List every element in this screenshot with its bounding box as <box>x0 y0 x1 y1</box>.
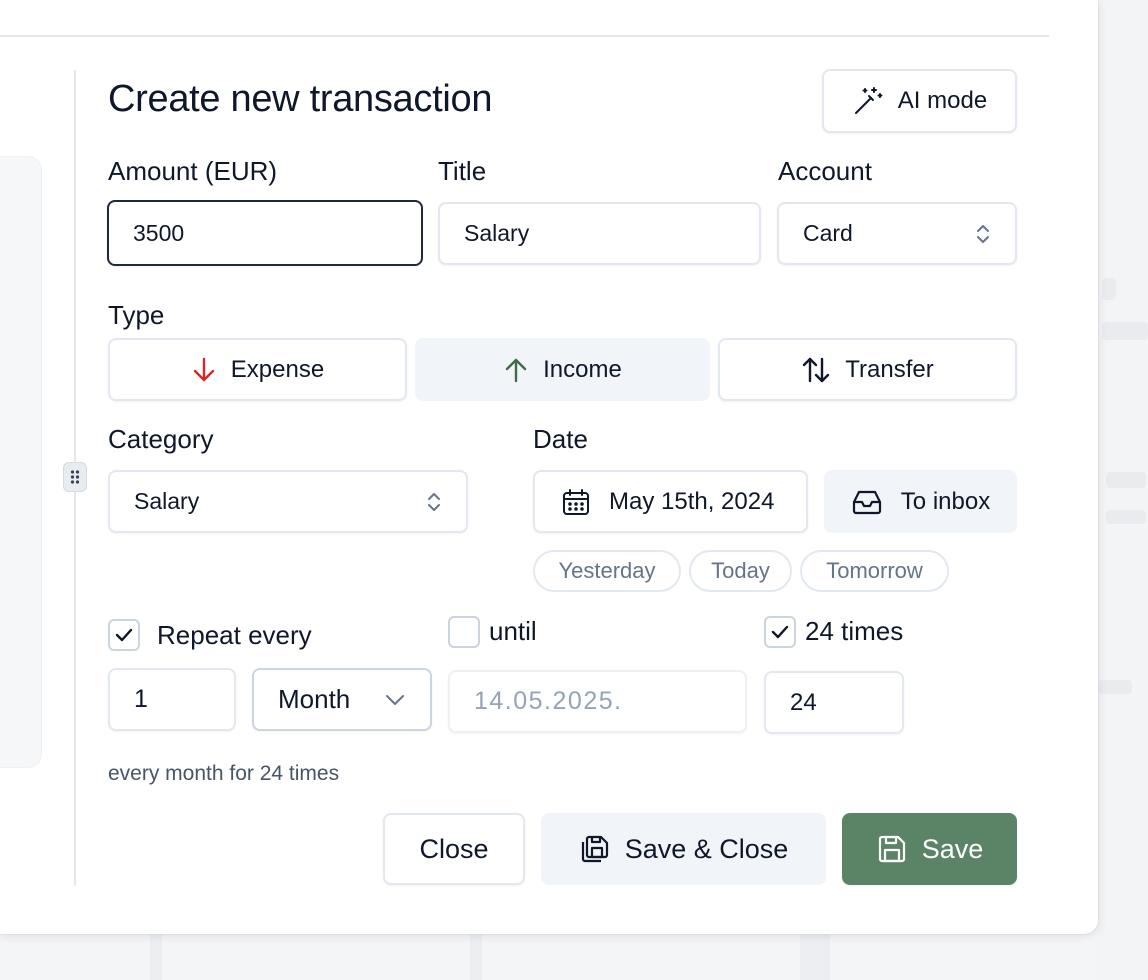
times-label: 24 times <box>805 616 904 646</box>
title-label: Title <box>438 156 487 186</box>
times-checkbox[interactable] <box>764 616 796 648</box>
close-button[interactable]: Close <box>383 813 525 885</box>
save-multiple-icon <box>579 833 611 865</box>
magic-wand-icon <box>852 85 884 117</box>
check-icon <box>113 624 135 646</box>
quick-date-yesterday[interactable]: Yesterday <box>533 550 681 592</box>
chevrons-up-down-icon <box>426 490 442 514</box>
title-value: Salary <box>464 220 530 246</box>
arrow-up-icon <box>503 356 529 384</box>
background-app <box>1098 0 1148 980</box>
repeat-unit-value: Month <box>278 684 351 714</box>
ai-mode-label: AI mode <box>897 87 988 114</box>
quick-date-today[interactable]: Today <box>689 550 792 592</box>
quick-date-tomorrow[interactable]: Tomorrow <box>800 550 949 592</box>
category-label: Category <box>108 424 214 454</box>
arrows-up-down-icon <box>801 355 831 385</box>
ai-mode-button[interactable]: AI mode <box>822 69 1017 133</box>
repeat-summary: every month for 24 times <box>108 762 340 785</box>
title-input[interactable]: Salary <box>438 202 761 265</box>
type-transfer-button[interactable]: Transfer <box>718 338 1017 401</box>
divider <box>0 35 1049 37</box>
amount-input[interactable]: 3500 <box>107 200 423 266</box>
to-inbox-button[interactable]: To inbox <box>824 470 1017 533</box>
grip-icon <box>70 470 80 484</box>
transaction-panel: Create new transaction AI mode Amount (E… <box>0 0 1098 934</box>
type-expense-button[interactable]: Expense <box>108 338 407 401</box>
category-value: Salary <box>134 488 200 514</box>
repeat-times-input[interactable]: 24 <box>764 671 904 734</box>
until-placeholder: 14.05.2025. <box>474 687 623 715</box>
account-select[interactable]: Card <box>777 202 1017 265</box>
until-checkbox[interactable] <box>448 616 480 648</box>
repeat-times-value: 24 <box>790 688 817 716</box>
arrow-down-icon <box>191 356 217 384</box>
background-column <box>470 930 482 980</box>
save-label: Save <box>921 833 984 864</box>
repeat-interval-input[interactable]: 1 <box>108 668 236 731</box>
to-inbox-label: To inbox <box>900 487 991 515</box>
chevron-down-icon <box>384 693 406 707</box>
type-label: Type <box>108 300 165 330</box>
until-label: until <box>489 616 537 646</box>
resize-handle[interactable] <box>63 462 87 492</box>
type-income-button[interactable]: Income <box>415 338 710 401</box>
page-title: Create new transaction <box>108 78 493 120</box>
repeat-checkbox[interactable] <box>108 619 140 651</box>
amount-label: Amount (EUR) <box>108 156 278 186</box>
type-income-label: Income <box>543 355 622 383</box>
save-button[interactable]: Save <box>842 813 1017 885</box>
date-value: May 15th, 2024 <box>609 487 775 515</box>
repeat-unit-select[interactable]: Month <box>252 668 432 731</box>
left-card <box>0 156 42 768</box>
date-picker-button[interactable]: May 15th, 2024 <box>533 470 808 533</box>
amount-value: 3500 <box>133 219 185 246</box>
account-value: Card <box>803 220 853 246</box>
repeat-interval-value: 1 <box>134 685 148 713</box>
account-label: Account <box>778 156 872 186</box>
background-column <box>150 930 162 980</box>
save-close-button[interactable]: Save & Close <box>541 813 826 885</box>
calendar-icon <box>561 487 591 517</box>
chevrons-up-down-icon <box>975 222 991 246</box>
close-label: Close <box>419 833 489 864</box>
date-label: Date <box>533 424 588 454</box>
inbox-icon <box>851 488 883 516</box>
type-transfer-label: Transfer <box>845 355 934 383</box>
check-icon <box>769 621 791 643</box>
save-close-label: Save & Close <box>624 833 789 864</box>
category-select[interactable]: Salary <box>108 470 468 533</box>
until-date-input[interactable]: 14.05.2025. <box>448 670 747 733</box>
background-column <box>800 930 830 980</box>
save-icon <box>876 833 908 865</box>
repeat-label: Repeat every <box>157 620 312 650</box>
type-expense-label: Expense <box>230 355 325 383</box>
